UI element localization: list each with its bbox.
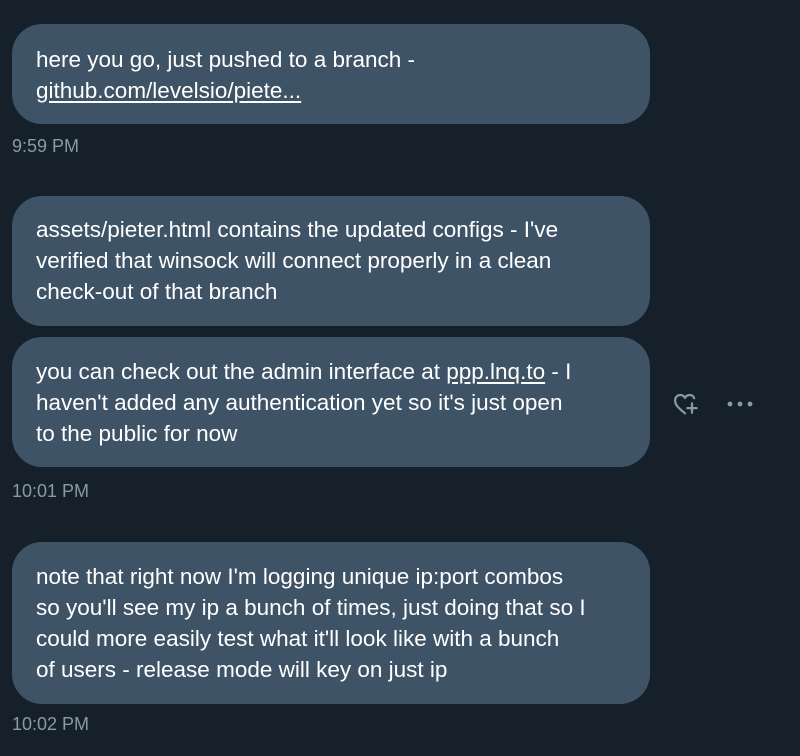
message-text: of users - release mode will key on just… [36,657,448,682]
message-timestamp: 10:01 PM [12,481,90,501]
message-link[interactable]: github.com/levelsio/piete... [36,78,301,103]
message-text: haven't added any authentication yet so … [36,390,563,415]
message-bubble[interactable]: here you go, just pushed to a branch - g… [12,24,650,124]
admin-link[interactable]: ppp.lnq.to [446,359,545,384]
header-fragment: · ·· ····· [360,0,418,9]
message-text: to the public for now [36,421,238,446]
dm-conversation: · ·· ····· here you go, just pushed to a… [0,0,800,756]
message-bubble[interactable]: assets/pieter.html contains the updated … [12,196,650,326]
react-button[interactable] [668,387,702,421]
message-text: could more easily test what it'll look l… [36,626,560,651]
message-timestamp: 9:59 PM [12,136,80,156]
message-text: assets/pieter.html contains the updated … [36,217,559,242]
more-button[interactable] [722,387,758,421]
message-bubble[interactable]: note that right now I'm logging unique i… [12,542,650,704]
message-text: check-out of that branch [36,279,278,304]
message-text: verified that winsock will connect prope… [36,248,552,273]
message-bubble[interactable]: you can check out the admin interface at… [12,337,650,467]
message-text: note that right now I'm logging unique i… [36,564,564,589]
message-text: so you'll see my ip a bunch of times, ju… [36,595,586,620]
more-horizontal-icon [727,401,753,407]
message-timestamp: 10:02 PM [12,714,90,734]
message-text: here you go, just pushed to a branch - [36,47,415,72]
heart-plus-icon [673,393,698,415]
message-text: you can check out the admin interface at… [36,359,572,384]
